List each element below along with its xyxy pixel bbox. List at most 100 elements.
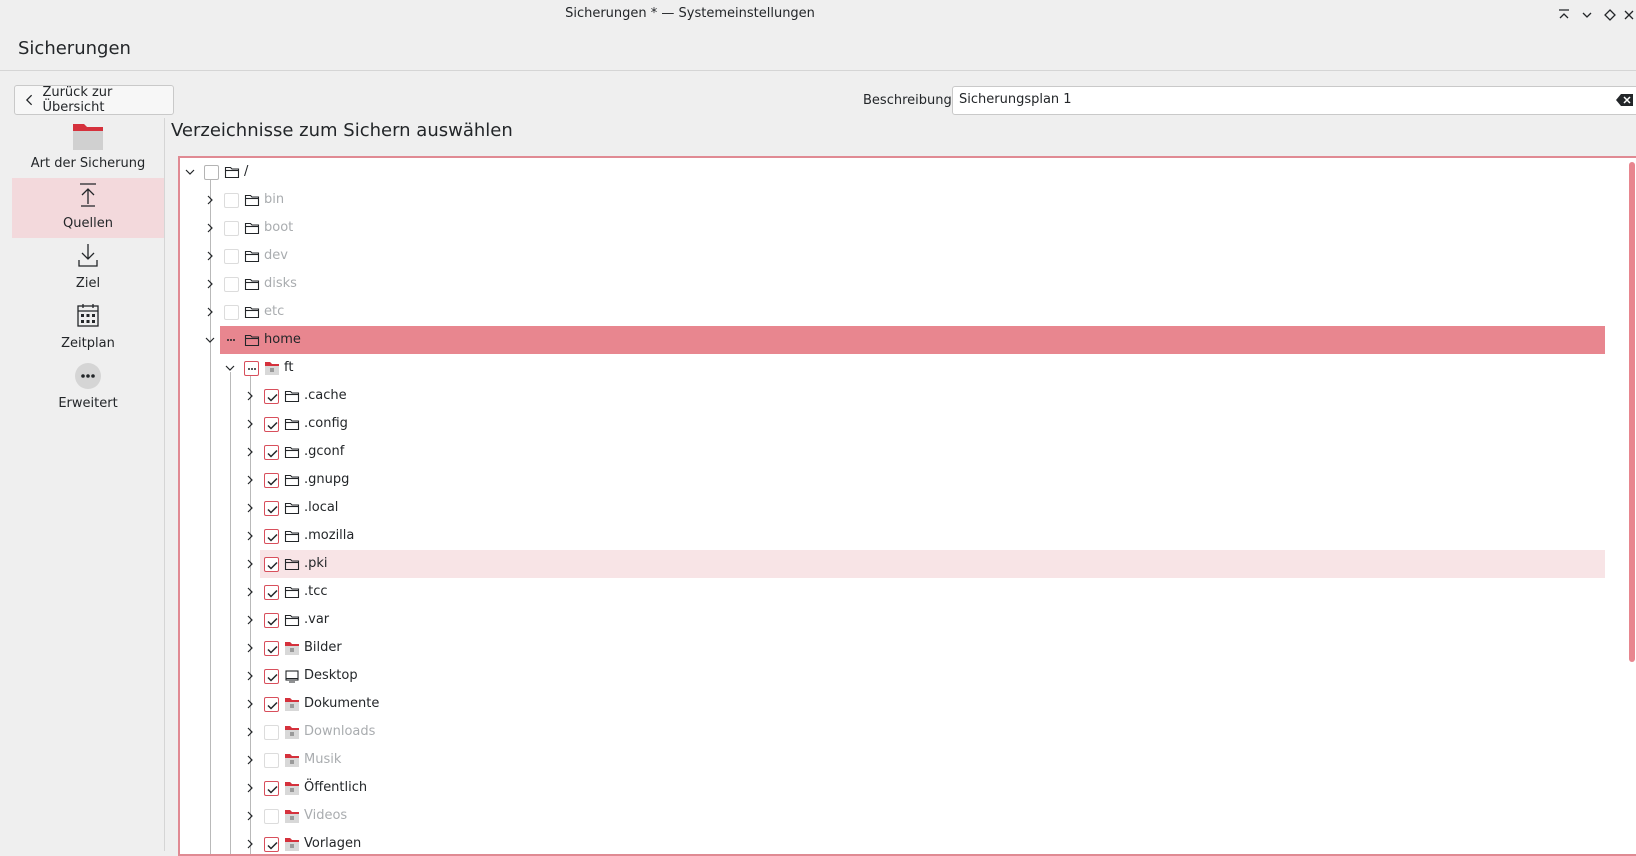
tree-row[interactable]: .cache [180, 382, 1605, 410]
page-header: Sicherungen [0, 30, 1636, 71]
chevron-right-icon[interactable] [244, 389, 256, 403]
tree-item-name: .tcc [304, 584, 328, 599]
tree-checkbox[interactable] [204, 165, 219, 180]
tree-checkbox[interactable] [264, 585, 279, 600]
minimize-icon [1582, 12, 1592, 18]
directory-tree[interactable]: / bin boot dev disks etc home ft .cache .config .g… [178, 156, 1636, 856]
tree-row[interactable]: .config [180, 410, 1605, 438]
tree-row[interactable]: .var [180, 606, 1605, 634]
tree-checkbox [224, 277, 239, 292]
chevron-right-icon[interactable] [244, 781, 256, 795]
chevron-right-icon[interactable] [244, 473, 256, 487]
window-titlebar: Sicherungen * — Systemeinstellungen [0, 0, 1636, 30]
tree-item-name: .config [304, 416, 348, 431]
tree-item-name: home [264, 332, 301, 347]
tree-row[interactable]: dev [180, 242, 1605, 270]
tree-item-name: Öffentlich [304, 780, 368, 795]
tree-row[interactable]: Dokumente [180, 690, 1605, 718]
desktop-icon [284, 668, 300, 684]
tree-row[interactable]: disks [180, 270, 1605, 298]
chevron-right-icon[interactable] [244, 669, 256, 683]
chevron-right-icon[interactable] [244, 417, 256, 431]
tree-checkbox[interactable] [244, 361, 259, 376]
chevron-down-icon[interactable] [184, 165, 196, 179]
folder-icon [284, 584, 300, 600]
chevron-right-icon[interactable] [204, 193, 216, 207]
chevron-right-icon[interactable] [244, 529, 256, 543]
chevron-right-icon[interactable] [204, 249, 216, 263]
tree-row[interactable]: Bilder [180, 634, 1605, 662]
back-to-overview-button[interactable]: Zurück zur Übersicht [14, 85, 174, 115]
tree-row[interactable]: bin [180, 186, 1605, 214]
tree-checkbox[interactable] [264, 501, 279, 516]
tree-checkbox[interactable] [264, 417, 279, 432]
tree-checkbox[interactable] [224, 333, 239, 348]
tree-row[interactable]: .gnupg [180, 466, 1605, 494]
chevron-right-icon[interactable] [204, 305, 216, 319]
tree-row[interactable]: .local [180, 494, 1605, 522]
chevron-right-icon[interactable] [244, 641, 256, 655]
maximize-button[interactable] [1601, 6, 1619, 24]
folder-icon [284, 472, 300, 488]
tree-checkbox [224, 193, 239, 208]
chevron-right-icon[interactable] [244, 501, 256, 515]
tree-row[interactable]: Videos [180, 802, 1605, 830]
keep-above-button[interactable] [1555, 6, 1573, 24]
sidebar-item-erweitert[interactable]: Erweitert [12, 358, 164, 418]
tree-checkbox[interactable] [264, 389, 279, 404]
sidebar-item-ziel[interactable]: Ziel [12, 238, 164, 298]
minimize-button[interactable] [1578, 6, 1596, 24]
chevron-right-icon[interactable] [244, 585, 256, 599]
tree-item-name: Vorlagen [304, 836, 362, 851]
tree-row[interactable]: Desktop [180, 662, 1605, 690]
sidebar-item-art-der-sicherung[interactable]: Art der Sicherung [12, 118, 164, 178]
tree-checkbox[interactable] [264, 557, 279, 572]
tree-item-name: Dokumente [304, 696, 380, 711]
chevron-right-icon[interactable] [244, 697, 256, 711]
description-field[interactable] [952, 86, 1636, 115]
chevron-right-icon[interactable] [244, 725, 256, 739]
tree-scrollbar[interactable] [1629, 162, 1635, 662]
tree-row[interactable]: .pki [180, 550, 1605, 578]
tree-row[interactable]: Musik [180, 746, 1605, 774]
chevron-right-icon[interactable] [244, 557, 256, 571]
chevron-down-icon[interactable] [204, 333, 216, 347]
tree-item-name: .mozilla [304, 528, 355, 543]
chevron-right-icon[interactable] [204, 221, 216, 235]
description-input[interactable] [959, 92, 1589, 107]
sidebar-item-zeitplan[interactable]: Zeitplan [12, 298, 164, 358]
tree-row[interactable]: Vorlagen [180, 830, 1605, 854]
tree-checkbox[interactable] [264, 445, 279, 460]
chevron-right-icon[interactable] [244, 613, 256, 627]
chevron-right-icon[interactable] [244, 445, 256, 459]
tree-row[interactable]: .tcc [180, 578, 1605, 606]
sidebar-item-label: Erweitert [58, 396, 118, 411]
tree-checkbox[interactable] [264, 613, 279, 628]
sidebar-item-label: Art der Sicherung [30, 156, 146, 171]
tree-checkbox[interactable] [264, 529, 279, 544]
chevron-right-icon[interactable] [244, 809, 256, 823]
tree-row[interactable]: Öffentlich [180, 774, 1605, 802]
chevron-down-icon[interactable] [224, 361, 236, 375]
tree-checkbox[interactable] [264, 837, 279, 852]
tree-checkbox[interactable] [264, 697, 279, 712]
tree-row[interactable]: ft [180, 354, 1605, 382]
tree-item-name: Downloads [304, 724, 376, 739]
tree-checkbox[interactable] [264, 641, 279, 656]
tree-row[interactable]: home [180, 326, 1605, 354]
chevron-right-icon[interactable] [244, 837, 256, 851]
tree-row[interactable]: etc [180, 298, 1605, 326]
tree-checkbox[interactable] [264, 669, 279, 684]
tree-row[interactable]: Downloads [180, 718, 1605, 746]
tree-row[interactable]: / [180, 158, 1605, 186]
sidebar-item-quellen[interactable]: Quellen [12, 178, 164, 238]
tree-row[interactable]: .mozilla [180, 522, 1605, 550]
chevron-right-icon[interactable] [204, 277, 216, 291]
chevron-right-icon[interactable] [244, 753, 256, 767]
close-button[interactable] [1620, 6, 1636, 24]
tree-checkbox[interactable] [264, 781, 279, 796]
clear-text-button[interactable] [1616, 92, 1634, 112]
tree-row[interactable]: .gconf [180, 438, 1605, 466]
tree-row[interactable]: boot [180, 214, 1605, 242]
tree-checkbox[interactable] [264, 473, 279, 488]
